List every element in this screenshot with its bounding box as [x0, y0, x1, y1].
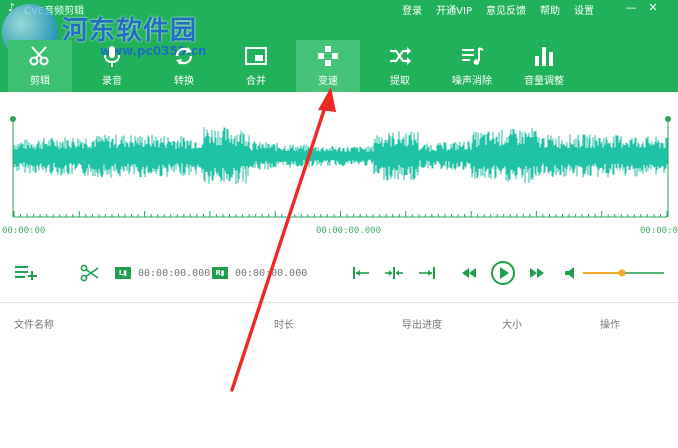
- fast-forward-icon[interactable]: [528, 266, 546, 280]
- add-file-icon[interactable]: [14, 265, 38, 281]
- column-duration: 时长: [274, 320, 294, 331]
- time-ruler: [13, 211, 668, 218]
- convert-icon: [175, 47, 193, 65]
- column-export-progress: 导出进度: [402, 320, 442, 331]
- volume-icon[interactable]: [564, 266, 578, 280]
- scissors-icon: [29, 46, 49, 66]
- cut-scissors-icon[interactable]: [80, 264, 100, 282]
- rewind-icon[interactable]: [460, 266, 478, 280]
- microphone-icon: [104, 46, 120, 67]
- speed-icon: [318, 46, 338, 66]
- menu-help[interactable]: 帮助: [540, 2, 560, 17]
- play-icon[interactable]: [490, 260, 516, 286]
- extract-icon: [390, 47, 411, 65]
- tool-tabs: 剪辑 录音 转换 合并 变速 提取 噪声消除 音量调整: [0, 28, 678, 92]
- tab-volume-adjust-label: 音量调整: [524, 76, 564, 87]
- end-marker-button[interactable]: R▮: [212, 267, 228, 279]
- file-list-body: [0, 332, 678, 448]
- waveform-panel[interactable]: 00:00:00 00:00:00.000 00:00:00: [0, 92, 678, 242]
- tab-noise-removal[interactable]: 噪声消除: [440, 40, 504, 92]
- column-file-name: 文件名称: [14, 320, 54, 331]
- jump-to-middle-icon[interactable]: [384, 266, 404, 280]
- noise-removal-icon: [462, 47, 484, 65]
- waveform-path: [13, 127, 668, 185]
- tab-extract[interactable]: 提取: [368, 40, 432, 92]
- waveform[interactable]: [0, 92, 678, 242]
- start-time[interactable]: 00:00:00.000: [138, 268, 210, 279]
- time-end: 00:00:00: [640, 226, 678, 236]
- time-start: 00:00:00: [2, 226, 46, 236]
- close-button[interactable]: ✕: [644, 0, 662, 16]
- tab-noise-removal-label: 噪声消除: [452, 76, 492, 87]
- tab-merge-label: 合并: [246, 76, 266, 87]
- tab-cut[interactable]: 剪辑: [8, 40, 72, 92]
- menu-login[interactable]: 登录: [402, 2, 422, 17]
- jump-to-end-icon[interactable]: [418, 266, 436, 280]
- left-selection-handle[interactable]: [10, 116, 16, 122]
- column-size: 大小: [502, 320, 522, 331]
- volume-adjust-icon: [535, 47, 553, 66]
- volume-slider[interactable]: [582, 266, 666, 280]
- tab-cut-label: 剪辑: [30, 76, 50, 87]
- volume-slider-thumb[interactable]: [618, 269, 626, 277]
- end-time[interactable]: 00:00:00.000: [235, 268, 307, 279]
- tab-extract-label: 提取: [390, 76, 410, 87]
- menu-vip[interactable]: 开通VIP: [436, 2, 472, 17]
- menu-feedback[interactable]: 意见反馈: [486, 2, 526, 17]
- header-bar: ♪ CVE音频剪辑 登录 开通VIP 意见反馈 帮助 设置 — ✕ 河东软件园 …: [0, 0, 678, 92]
- tab-speed-label: 变速: [318, 76, 338, 87]
- tab-record[interactable]: 录音: [80, 40, 144, 92]
- tab-merge[interactable]: 合并: [224, 40, 288, 92]
- list-divider: [0, 302, 678, 303]
- top-menu: 登录 开通VIP 意见反馈 帮助 设置: [388, 2, 594, 17]
- merge-icon: [245, 47, 267, 65]
- start-marker-button[interactable]: L▮: [115, 267, 131, 279]
- time-mid: 00:00:00.000: [316, 226, 382, 236]
- column-actions: 操作: [600, 320, 620, 331]
- waveform-bars: [13, 127, 668, 185]
- right-selection-handle[interactable]: [665, 116, 671, 122]
- jump-to-start-icon[interactable]: [352, 266, 370, 280]
- tab-convert-label: 转换: [174, 76, 194, 87]
- tab-record-label: 录音: [102, 76, 122, 87]
- minimize-button[interactable]: —: [622, 0, 640, 16]
- tab-speed[interactable]: 变速: [296, 40, 360, 92]
- menu-settings[interactable]: 设置: [574, 2, 594, 17]
- tab-volume-adjust[interactable]: 音量调整: [512, 40, 576, 92]
- tab-convert[interactable]: 转换: [152, 40, 216, 92]
